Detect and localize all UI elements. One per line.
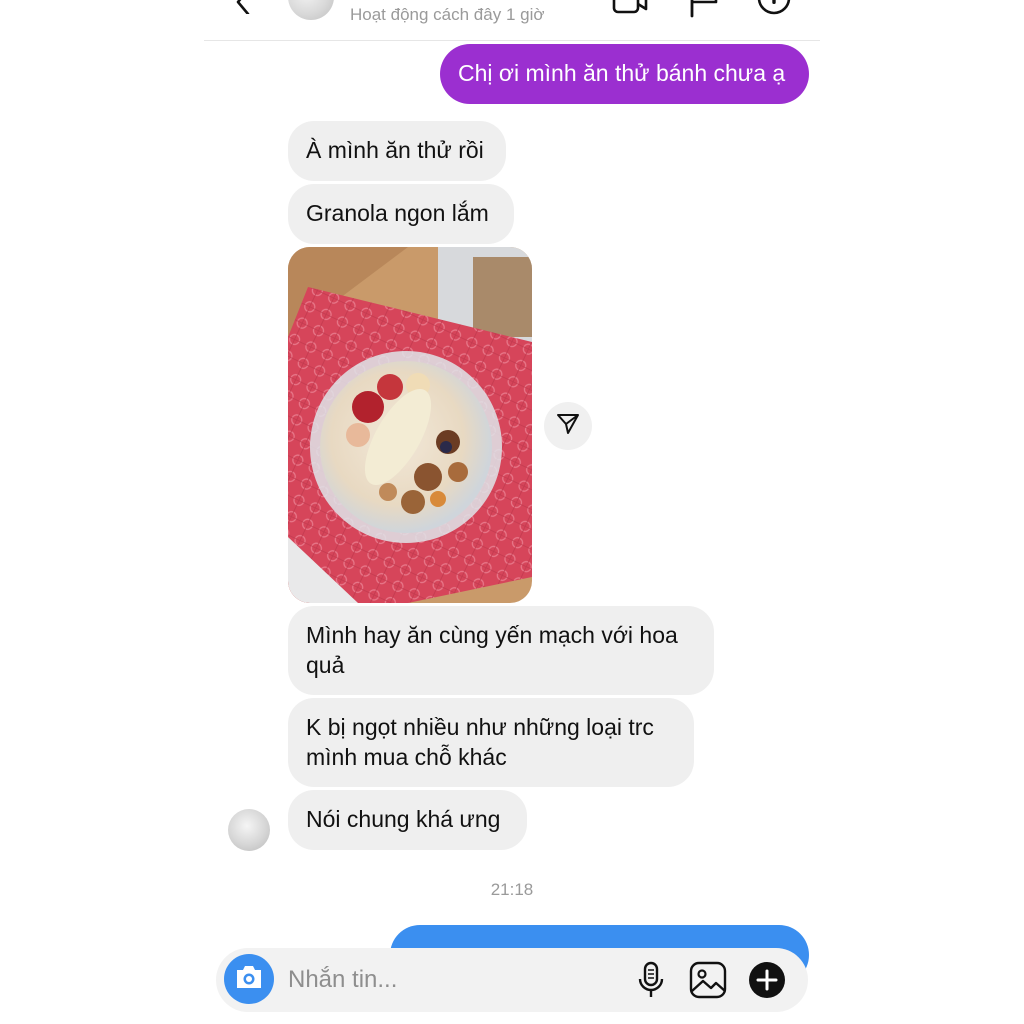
flag-icon[interactable] xyxy=(688,0,724,18)
message-text: Chị ơi mình ăn thử bánh chưa ạ xyxy=(458,60,786,86)
message-text: Mình hay ăn cùng yến mạch với hoa quả xyxy=(306,622,678,678)
contact-status: Hoạt động cách đây 1 giờ xyxy=(350,5,545,24)
message-incoming[interactable]: À mình ăn thử rồi xyxy=(288,121,506,181)
send-icon xyxy=(556,412,580,441)
camera-icon xyxy=(234,964,264,995)
message-text: Nói chung khá ưng xyxy=(306,806,501,832)
sender-avatar[interactable] xyxy=(228,809,270,851)
message-text: À mình ăn thử rồi xyxy=(306,137,484,163)
camera-button[interactable] xyxy=(224,954,274,1004)
message-incoming[interactable]: Nói chung khá ưng xyxy=(288,790,527,850)
share-button[interactable] xyxy=(544,402,592,450)
message-text: Granola ngon lắm xyxy=(306,200,489,226)
message-incoming[interactable]: Mình hay ăn cùng yến mạch với hoa quả xyxy=(288,606,714,695)
header-divider xyxy=(204,40,820,41)
message-outgoing[interactable]: Chị ơi mình ăn thử bánh chưa ạ xyxy=(440,44,809,104)
add-icon[interactable] xyxy=(748,961,786,999)
gallery-icon[interactable] xyxy=(688,960,728,1000)
message-photo[interactable] xyxy=(288,247,532,603)
message-incoming[interactable]: K bị ngọt nhiều như những loại trc mình … xyxy=(288,698,694,787)
message-incoming[interactable]: Granola ngon lắm xyxy=(288,184,514,244)
video-call-icon[interactable] xyxy=(612,0,648,18)
message-text: K bị ngọt nhiều như những loại trc mình … xyxy=(306,714,654,770)
back-icon[interactable] xyxy=(232,0,256,16)
microphone-icon[interactable] xyxy=(634,960,668,1000)
message-input[interactable] xyxy=(288,962,618,998)
contact-avatar[interactable] xyxy=(288,0,334,20)
message-timestamp: 21:18 xyxy=(490,880,534,899)
info-icon[interactable] xyxy=(756,0,792,18)
